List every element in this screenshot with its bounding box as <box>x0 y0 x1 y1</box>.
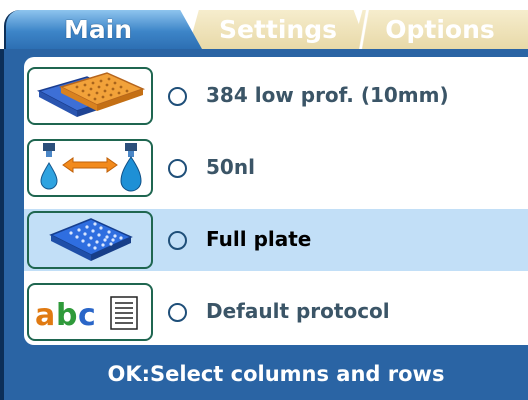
plate-type-radio[interactable] <box>168 87 187 106</box>
tab-options[interactable]: Options <box>352 10 528 49</box>
options-list: 384 low prof. (10mm) 50nl Full plate a b… <box>24 57 528 345</box>
dispense-volume-icon-button[interactable] <box>27 139 153 197</box>
plate-type-label: 384 low prof. (10mm) <box>206 83 449 107</box>
tab-settings[interactable]: Settings <box>188 10 368 49</box>
status-text: OK:Select columns and rows <box>107 362 445 386</box>
tab-separator <box>358 10 370 49</box>
dispense-volume-icon <box>40 143 142 192</box>
dispense-volume-label: 50nl <box>206 155 255 179</box>
list-item-plate-type[interactable]: 384 low prof. (10mm) <box>24 65 528 127</box>
protocol-icon-button[interactable]: a b c <box>27 283 153 341</box>
dispense-volume-radio[interactable] <box>168 159 187 178</box>
app-frame: Settings Options Main 384 low prof. (10m… <box>0 0 528 400</box>
list-item-plate-area[interactable]: Full plate <box>24 209 528 271</box>
plate-area-label: Full plate <box>206 227 312 251</box>
plate-type-icon-button[interactable] <box>27 67 153 125</box>
plate-area-icon-button[interactable] <box>27 211 153 269</box>
list-item-dispense-volume[interactable]: 50nl <box>24 137 528 199</box>
tab-options-label: Options <box>385 15 495 44</box>
plate-384-icon <box>37 72 146 117</box>
plate-area-radio[interactable] <box>168 231 187 250</box>
tab-main[interactable]: Main <box>4 10 202 49</box>
protocol-label: Default protocol <box>206 299 390 323</box>
protocol-abc-icon: a b c <box>35 296 138 333</box>
list-item-protocol[interactable]: a b c Default protocol <box>24 281 528 343</box>
status-bar: OK:Select columns and rows <box>24 352 528 396</box>
tab-strip: Settings Options Main <box>0 0 528 49</box>
plate-full-icon <box>49 218 133 261</box>
protocol-radio[interactable] <box>168 303 187 322</box>
tab-main-label: Main <box>63 15 133 44</box>
svg-text:a: a <box>35 298 55 333</box>
tab-settings-label: Settings <box>218 15 337 44</box>
svg-text:c: c <box>78 298 96 333</box>
svg-text:b: b <box>56 298 77 333</box>
